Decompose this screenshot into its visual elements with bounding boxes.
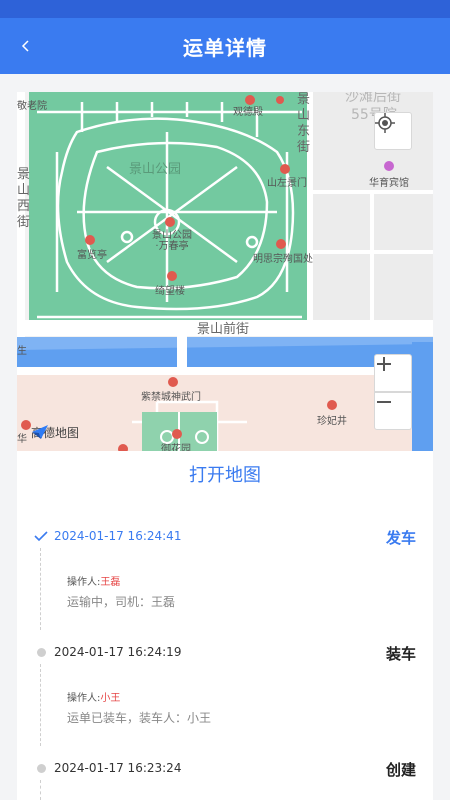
map-label-huayu: 华育宾馆 bbox=[369, 178, 409, 189]
chevron-left-icon bbox=[21, 40, 29, 52]
waybill-card: 沙滩后街 55号院 观德殿 敬老院 景山东街 景山公园 山左景门 华育宾馆 景山… bbox=[17, 92, 433, 800]
amap-logo-icon bbox=[32, 425, 48, 439]
map-label-fuwang: 富览亭 bbox=[77, 250, 107, 261]
map-view[interactable]: 沙滩后街 55号院 观德殿 敬老院 景山东街 景山公园 山左景门 华育宾馆 景山… bbox=[17, 92, 433, 451]
map-canvas bbox=[17, 92, 433, 451]
zoom-in-button[interactable] bbox=[374, 354, 412, 392]
minus-icon bbox=[377, 401, 391, 403]
operator-name: 小王 bbox=[100, 693, 121, 704]
map-label-mingsizong: 明思宗殉国处 bbox=[253, 254, 313, 265]
timeline-status: 创建 bbox=[385, 761, 416, 779]
map-label-wanchunting: 景山公园 ·万春亭 bbox=[152, 230, 192, 252]
map-logo: 高德地图 bbox=[31, 424, 79, 441]
map-label-jiwang: 绮望楼 bbox=[155, 286, 185, 297]
map-label-north-left: 生 bbox=[17, 346, 27, 357]
operator-name: 王磊 bbox=[100, 577, 121, 588]
timeline-dot bbox=[37, 764, 46, 773]
back-button[interactable] bbox=[12, 32, 40, 60]
zoom-out-button[interactable] bbox=[374, 392, 412, 430]
open-map-button[interactable]: 打开地图 bbox=[17, 452, 433, 496]
crosshair-icon bbox=[375, 113, 395, 133]
status-bar bbox=[0, 0, 450, 18]
operator-label: 操作人: bbox=[67, 693, 101, 704]
map-label-guande: 观德殿 bbox=[233, 107, 263, 118]
timeline-status: 装车 bbox=[385, 645, 416, 663]
page-title: 运单详情 bbox=[183, 35, 267, 60]
app-header: 运单详情 bbox=[0, 18, 450, 74]
locate-button[interactable] bbox=[374, 112, 412, 150]
timeline-item: 2024-01-17 16:24:41 发车 操作人:王磊 运输中，司机：王磊 bbox=[17, 526, 433, 636]
map-label-shenwumen: 紫禁城神武门 bbox=[141, 392, 201, 403]
timeline-desc: 运单已装车，装车人：小王 bbox=[67, 711, 212, 725]
timeline-desc: 运输中，司机：王磊 bbox=[67, 595, 176, 609]
timeline-time: 2024-01-17 16:24:19 bbox=[54, 645, 182, 659]
timeline-operator: 操作人:王磊 bbox=[67, 573, 120, 588]
timeline-operator: 操作人:小王 bbox=[67, 689, 120, 704]
timeline-time: 2024-01-17 16:23:24 bbox=[54, 761, 182, 775]
map-label-road-east: 景山东街 bbox=[297, 92, 311, 155]
map-label-laoshe: 敬老院 bbox=[17, 101, 47, 112]
timeline-item: 2024-01-17 16:24:19 装车 操作人:小王 运单已装车，装车人：… bbox=[17, 644, 433, 754]
plus-icon bbox=[377, 357, 391, 371]
timeline-time: 2024-01-17 16:24:41 bbox=[54, 529, 182, 543]
map-label-dongmen: 山左景门 bbox=[267, 178, 307, 189]
timeline-connector bbox=[40, 780, 41, 800]
timeline-connector bbox=[40, 664, 41, 746]
timeline-item: 2024-01-17 16:23:24 创建 bbox=[17, 760, 433, 800]
check-icon bbox=[34, 531, 48, 542]
map-label-south-left: 华 bbox=[17, 434, 27, 445]
map-label-zhenfeijing: 珍妃井 bbox=[317, 416, 347, 427]
map-label-yuhuayuan: 御花园 bbox=[161, 444, 191, 451]
timeline-status: 发车 bbox=[385, 529, 416, 547]
map-label-park: 景山公园 bbox=[129, 162, 182, 177]
map-label-road-qian: 景山前街 bbox=[197, 322, 250, 337]
operator-label: 操作人: bbox=[67, 577, 101, 588]
map-label-road-west: 景山西街 bbox=[17, 167, 31, 230]
timeline-dot bbox=[37, 648, 46, 657]
timeline-connector bbox=[40, 548, 41, 630]
